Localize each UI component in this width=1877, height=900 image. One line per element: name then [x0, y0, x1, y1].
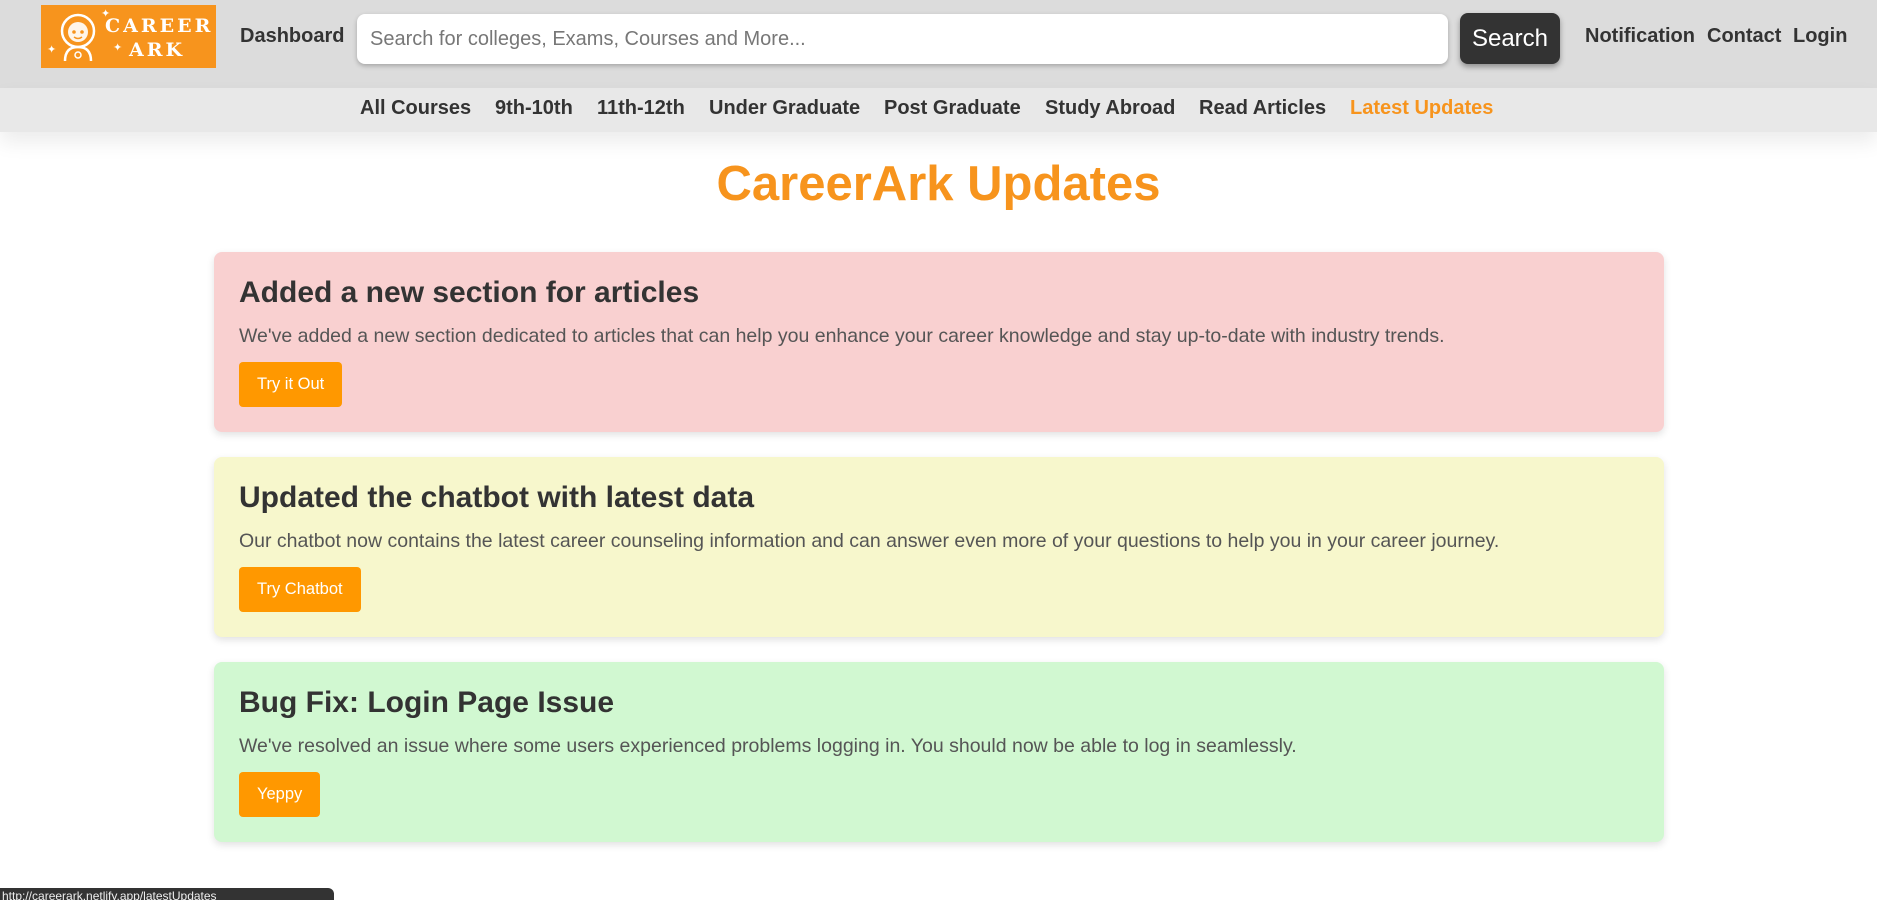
top-header: ✦ ✦ ✦ CAREER ARK Dashboard Search Notifi…: [0, 0, 1877, 88]
update-card-title: Bug Fix: Login Page Issue: [239, 686, 615, 719]
update-card-text: We've added a new section dedicated to a…: [239, 325, 1445, 347]
astronaut-logo-icon: [60, 13, 96, 62]
logo-text-ark: ARK: [129, 39, 186, 61]
sparkle-icon: ✦: [113, 42, 123, 54]
update-card: Updated the chatbot with latest data Our…: [214, 457, 1664, 637]
nav-item-study-abroad[interactable]: Study Abroad: [1045, 97, 1175, 120]
nav-item-latest-updates[interactable]: Latest Updates: [1350, 97, 1493, 120]
login-link[interactable]: Login: [1793, 25, 1847, 48]
nav-item-all-courses[interactable]: All Courses: [360, 97, 471, 120]
search-input[interactable]: [357, 14, 1448, 64]
update-card-title: Added a new section for articles: [239, 276, 700, 309]
career-ark-logo[interactable]: ✦ ✦ ✦ CAREER ARK: [41, 5, 216, 68]
update-card-text: Our chatbot now contains the latest care…: [239, 530, 1500, 552]
notification-link[interactable]: Notification: [1585, 25, 1695, 48]
link-status-bar: http://careerark.netlify.app/latestUpdat…: [0, 888, 334, 900]
category-nav: All Courses 9th-10th 11th-12th Under Gra…: [0, 88, 1877, 132]
try-chatbot-button[interactable]: Try Chatbot: [239, 567, 361, 612]
yeppy-button[interactable]: Yeppy: [239, 772, 321, 817]
nav-item-under-graduate[interactable]: Under Graduate: [709, 97, 860, 120]
nav-item-read-articles[interactable]: Read Articles: [1199, 97, 1326, 120]
try-it-out-button[interactable]: Try it Out: [239, 362, 343, 407]
nav-item-11th-12th[interactable]: 11th-12th: [597, 97, 685, 120]
update-card: Added a new section for articles We've a…: [214, 252, 1664, 432]
nav-item-9th-10th[interactable]: 9th-10th: [495, 97, 573, 120]
page-title: CareerArk Updates: [716, 157, 1161, 211]
update-card: Bug Fix: Login Page Issue We've resolved…: [214, 662, 1664, 842]
update-card-text: We've resolved an issue where some users…: [239, 735, 1297, 757]
update-card-title: Updated the chatbot with latest data: [239, 481, 755, 514]
dashboard-link[interactable]: Dashboard: [240, 25, 344, 48]
logo-text-career: CAREER: [105, 15, 214, 37]
sparkle-icon: ✦: [47, 44, 57, 56]
nav-item-post-graduate[interactable]: Post Graduate: [884, 97, 1021, 120]
contact-link[interactable]: Contact: [1707, 25, 1781, 48]
search-button[interactable]: Search: [1460, 13, 1560, 64]
